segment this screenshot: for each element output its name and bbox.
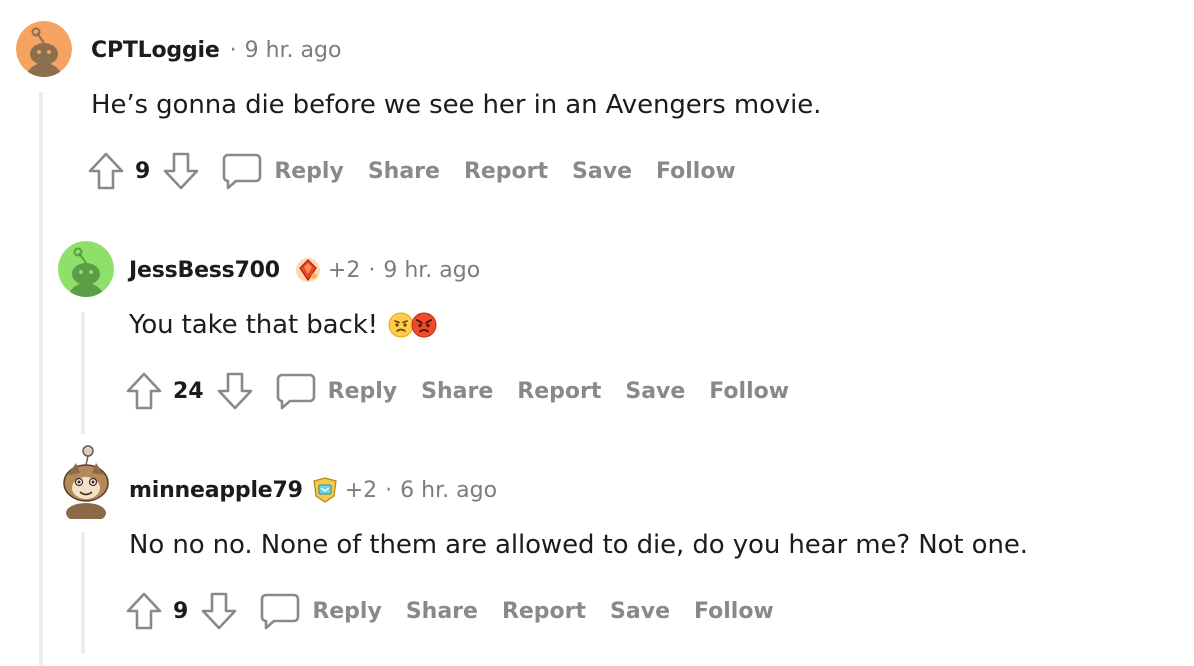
avatar[interactable]: [16, 21, 72, 77]
timestamp[interactable]: 6 hr. ago: [400, 478, 497, 503]
reply-button[interactable]: Reply: [312, 599, 382, 624]
vote-count: 9: [135, 158, 151, 184]
report-button[interactable]: Report: [517, 379, 601, 404]
reply-button[interactable]: Reply: [274, 159, 344, 184]
thread-line-reply-2[interactable]: [81, 532, 85, 654]
timestamp[interactable]: 9 hr. ago: [383, 258, 480, 283]
thread-line-reply-1[interactable]: [81, 312, 85, 434]
save-button[interactable]: Save: [610, 599, 670, 624]
meta-separator: ·: [385, 477, 393, 503]
comment-actions: 24 Reply Share Report Save Follow: [125, 371, 789, 411]
comment-meta: JessBess700 +2 · 9 hr. ago: [129, 255, 480, 285]
report-button[interactable]: Report: [464, 159, 548, 184]
share-button[interactable]: Share: [368, 159, 440, 184]
vote-count: 24: [173, 378, 204, 404]
downvote-icon[interactable]: [216, 371, 254, 411]
comment-bubble-icon[interactable]: [276, 372, 316, 410]
username[interactable]: CPTLoggie: [91, 38, 220, 63]
karma-count: +2: [327, 257, 361, 283]
save-button[interactable]: Save: [625, 379, 685, 404]
downvote-icon[interactable]: [200, 591, 238, 631]
upvote-icon[interactable]: [87, 151, 125, 191]
follow-button[interactable]: Follow: [709, 379, 789, 404]
follow-button[interactable]: Follow: [656, 159, 736, 184]
comment-text: No no no. None of them are allowed to di…: [129, 530, 1028, 560]
follow-button[interactable]: Follow: [694, 599, 774, 624]
downvote-icon[interactable]: [162, 151, 200, 191]
comment-bubble-icon[interactable]: [260, 592, 300, 630]
meta-separator: ·: [368, 257, 376, 283]
share-button[interactable]: Share: [421, 379, 493, 404]
save-button[interactable]: Save: [572, 159, 632, 184]
comment-meta: CPTLoggie · 9 hr. ago: [91, 35, 341, 65]
comment-body: You take that back!: [129, 308, 437, 342]
flair-gem-icon: [294, 256, 322, 284]
meta-separator: ·: [229, 37, 237, 63]
upvote-icon[interactable]: [125, 591, 163, 631]
angry-face-icon: [411, 312, 437, 338]
upvote-icon[interactable]: [125, 371, 163, 411]
thread-line-root[interactable]: [39, 92, 43, 666]
comment-text: He’s gonna die before we see her in an A…: [91, 90, 822, 120]
timestamp[interactable]: 9 hr. ago: [245, 38, 342, 63]
comment-meta: minneapple79 +2 · 6 hr. ago: [129, 475, 497, 505]
flair-badge-icon: [311, 476, 339, 504]
share-button[interactable]: Share: [406, 599, 478, 624]
comment-actions: 9 Reply Share Report Save Follow: [87, 151, 736, 191]
username[interactable]: JessBess700: [129, 258, 280, 283]
comment-body: No no no. None of them are allowed to di…: [129, 528, 1028, 562]
username[interactable]: minneapple79: [129, 478, 303, 503]
reply-button[interactable]: Reply: [328, 379, 398, 404]
vote-count: 9: [173, 598, 189, 624]
comment-text: You take that back!: [129, 310, 378, 340]
avatar[interactable]: [58, 241, 114, 297]
avatar[interactable]: [58, 441, 114, 519]
comment-body: He’s gonna die before we see her in an A…: [91, 88, 821, 122]
report-button[interactable]: Report: [502, 599, 586, 624]
comment-actions: 9 Reply Share Report Save Follow: [125, 591, 774, 631]
comment-bubble-icon[interactable]: [222, 152, 262, 190]
karma-count: +2: [344, 477, 378, 503]
